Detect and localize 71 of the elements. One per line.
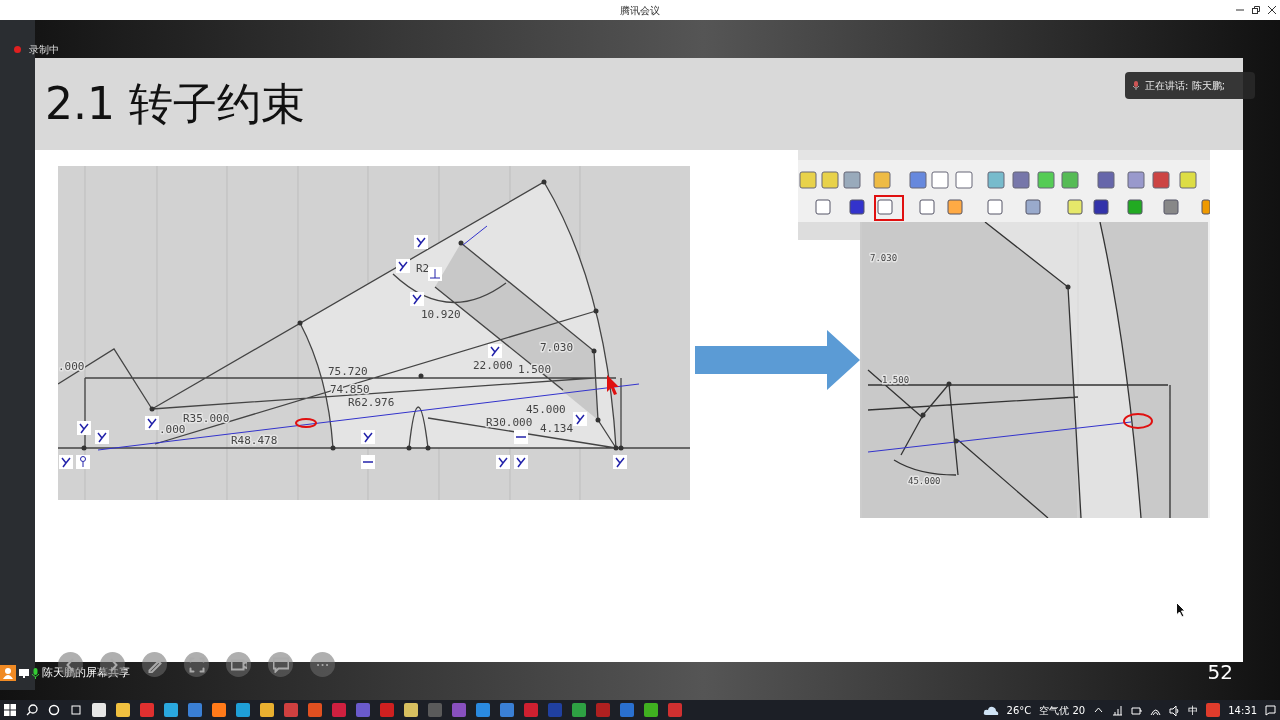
fix-constraint-icon bbox=[76, 455, 90, 469]
recording-label: 录制中 bbox=[29, 43, 59, 57]
microphone-icon bbox=[1133, 81, 1140, 90]
temperature-label: 26°C bbox=[1006, 703, 1032, 718]
dimension-label: 7.030 bbox=[540, 341, 574, 354]
horizontal-constraint-icon bbox=[514, 430, 528, 444]
perpendicular-constraint-icon bbox=[428, 267, 442, 281]
restore-icon[interactable] bbox=[1252, 6, 1260, 14]
dimension-label: 10.920 bbox=[421, 308, 461, 321]
screenshot-button[interactable] bbox=[184, 652, 209, 677]
dimension-label: R35.000 bbox=[183, 412, 230, 425]
dimension-label: 4.134 bbox=[540, 422, 574, 435]
task-view-icon[interactable] bbox=[70, 704, 82, 716]
dimension-label: 75.720 bbox=[328, 365, 368, 378]
person-icon bbox=[0, 665, 16, 682]
pen-button[interactable] bbox=[142, 652, 167, 677]
air-quality-label: 空气优 20 bbox=[1039, 703, 1086, 718]
dimension-label: 74.850 bbox=[330, 383, 370, 396]
input-method-label[interactable]: 中 bbox=[1188, 702, 1199, 718]
close-icon[interactable] bbox=[1268, 6, 1276, 14]
dimension-label: 45.000 bbox=[526, 403, 566, 416]
microphone-icon bbox=[32, 667, 39, 679]
dimension-label: 22.000 bbox=[473, 359, 513, 372]
constraint-icon bbox=[77, 421, 91, 435]
more-button[interactable] bbox=[310, 652, 335, 677]
comment-button[interactable] bbox=[268, 652, 293, 677]
constraint-icon bbox=[414, 235, 428, 249]
dimension-label: R2 bbox=[416, 262, 430, 275]
constraint-icon bbox=[95, 430, 109, 444]
battery-icon[interactable] bbox=[1131, 704, 1143, 716]
recording-dot bbox=[14, 46, 21, 53]
dimension-label: R30.000 bbox=[486, 416, 533, 429]
constraint-icon bbox=[410, 292, 424, 306]
network-icon[interactable] bbox=[1112, 704, 1124, 716]
constraint-icon bbox=[496, 455, 510, 469]
page-number: 52 bbox=[1207, 662, 1233, 682]
slide-title: 2.1 转子约束 bbox=[45, 82, 305, 126]
mouse-cursor-icon bbox=[1176, 602, 1186, 618]
constraint-icon bbox=[145, 416, 159, 430]
windows-logo-icon[interactable] bbox=[4, 704, 16, 716]
dimension-label: 45.000 bbox=[908, 476, 941, 486]
minimize-icon[interactable] bbox=[1236, 6, 1244, 14]
constraint-icon bbox=[488, 344, 502, 358]
circle-icon[interactable] bbox=[48, 704, 60, 716]
constraint-icon bbox=[361, 430, 375, 444]
constraint-icon bbox=[59, 455, 73, 469]
screen-icon bbox=[19, 668, 29, 678]
constraint-icon bbox=[613, 455, 627, 469]
window-title: 腾讯会议 bbox=[620, 3, 660, 18]
cursor-arrow-icon bbox=[607, 375, 619, 395]
speaker-label: 正在讲话: 陈天鹏; bbox=[1145, 79, 1225, 93]
search-icon[interactable] bbox=[26, 704, 38, 716]
constraint-icon bbox=[396, 259, 410, 273]
horizontal-constraint-icon bbox=[361, 455, 375, 469]
constraint-icon bbox=[573, 412, 587, 426]
constraint-icon bbox=[514, 455, 528, 469]
panel-header bbox=[798, 222, 860, 240]
speaker-icon[interactable] bbox=[1169, 704, 1181, 716]
app-icon[interactable] bbox=[1206, 703, 1221, 717]
highlight-frame bbox=[874, 195, 904, 221]
dimension-label: 1.500 bbox=[882, 375, 910, 385]
dimension-label: R62.976 bbox=[348, 396, 395, 409]
more-icon bbox=[315, 662, 330, 667]
dimension-label: .000 bbox=[159, 423, 186, 436]
camera-button[interactable] bbox=[226, 652, 251, 677]
notification-icon[interactable] bbox=[1265, 704, 1276, 716]
dimension-label: R48.478 bbox=[231, 434, 278, 447]
dimension-label: .000 bbox=[58, 360, 85, 373]
cloud-icon bbox=[982, 704, 999, 716]
clock-label[interactable]: 14:31 bbox=[1228, 702, 1257, 718]
dimension-label: 7.030 bbox=[870, 253, 898, 263]
